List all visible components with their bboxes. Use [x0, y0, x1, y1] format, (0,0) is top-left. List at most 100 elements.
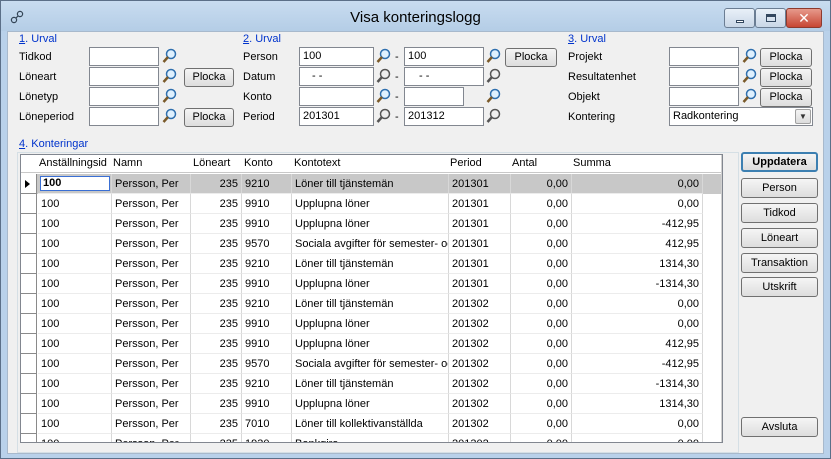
row-selector[interactable] — [21, 414, 37, 434]
magnifier-icon[interactable] — [161, 87, 179, 105]
table-row[interactable]: 100 Persson, Per 235 9210 Löner till tjänste… — [21, 374, 722, 394]
cell-antal[interactable]: 0,00 — [511, 414, 572, 434]
avsluta-button[interactable]: Avsluta — [741, 417, 818, 437]
plocka-loneperiod-button[interactable]: Plocka — [184, 108, 234, 127]
plocka-person-button[interactable]: Plocka — [505, 48, 557, 67]
grid-vertical-scrollbar[interactable]: ▲ ▼ — [721, 155, 723, 443]
datum-from-field[interactable]: - - — [299, 67, 374, 86]
projekt-field[interactable] — [669, 47, 739, 66]
cell-anstallningsid[interactable]: 100 — [38, 294, 112, 314]
table-row[interactable]: 100 Persson, Per 235 9210 Löner till tjänste… — [21, 254, 722, 274]
table-row[interactable]: 100 Persson, Per 235 9910 Upplupna löner 2013… — [21, 274, 722, 294]
table-row[interactable]: 100 Persson, Per 235 7010 Löner till kollekt… — [21, 414, 722, 434]
cell-kontotext[interactable]: Sociala avgifter för semester- och — [292, 354, 449, 374]
cell-loneart[interactable]: 235 — [191, 294, 242, 314]
person-from-field[interactable]: 100 — [299, 47, 374, 66]
cell-anstallningsid[interactable]: 100 — [38, 414, 112, 434]
cell-anstallningsid[interactable]: 100 — [38, 394, 112, 414]
cell-loneart[interactable]: 235 — [191, 434, 242, 442]
cell-kontotext[interactable]: Löner till kollektivanställda — [292, 414, 449, 434]
row-selector[interactable] — [21, 354, 37, 374]
table-row[interactable]: 100Persson, Per2351930Bankgiro2013020,00… — [21, 434, 722, 442]
magnifier-icon[interactable] — [741, 47, 759, 65]
cell-kontotext[interactable]: Löner till tjänstemän — [292, 174, 449, 194]
konteringar-grid[interactable]: Anställningsid Namn Löneart Konto Kontot… — [20, 154, 723, 443]
cell-loneart[interactable]: 235 — [191, 174, 242, 194]
cell-namn[interactable]: Persson, Per — [112, 414, 191, 434]
col-header-konto[interactable]: Konto — [244, 157, 273, 169]
cell-anstallningsid[interactable]: 100 — [38, 194, 112, 214]
cell-period[interactable]: 201302 — [449, 394, 511, 414]
cell-loneart[interactable]: 235 — [191, 394, 242, 414]
close-button[interactable]: ✕ — [786, 8, 822, 28]
cell-kontotext[interactable]: Löner till tjänstemän — [292, 254, 449, 274]
cell-namn[interactable]: Persson, Per — [112, 194, 191, 214]
cell-summa[interactable]: 0,00 — [572, 194, 703, 214]
period-to-field[interactable]: 201312 — [404, 107, 484, 126]
cell-antal[interactable]: 0,00 — [511, 374, 572, 394]
active-cell-editor[interactable]: 100 — [40, 176, 110, 191]
uppdatera-button[interactable]: Uppdatera — [741, 152, 818, 172]
cell-summa[interactable]: 0,00 — [572, 314, 703, 334]
cell-konto[interactable]: 9570 — [242, 234, 292, 254]
calendar-lookup-icon[interactable] — [375, 67, 393, 85]
person-button[interactable]: Person — [741, 178, 818, 198]
cell-period[interactable]: 201302 — [449, 294, 511, 314]
magnifier-icon[interactable] — [485, 47, 503, 65]
cell-namn[interactable]: Persson, Per — [112, 334, 191, 354]
col-header-namn[interactable]: Namn — [113, 157, 142, 169]
cell-kontotext[interactable]: Upplupna löner — [292, 214, 449, 234]
cell-kontotext[interactable]: Löner till tjänstemän — [292, 294, 449, 314]
cell-konto[interactable]: 9210 — [242, 254, 292, 274]
cell-konto[interactable]: 9210 — [242, 374, 292, 394]
cell-loneart[interactable]: 235 — [191, 414, 242, 434]
cell-period[interactable]: 201301 — [449, 274, 511, 294]
chevron-down-icon[interactable]: ▼ — [795, 109, 811, 124]
cell-antal[interactable]: 0,00 — [511, 274, 572, 294]
cell-antal[interactable]: 0,00 — [511, 214, 572, 234]
row-selector[interactable] — [21, 334, 37, 354]
cell-loneart[interactable]: 235 — [191, 334, 242, 354]
transaktion-button[interactable]: Transaktion — [741, 253, 818, 273]
cell-antal[interactable]: 0,00 — [511, 314, 572, 334]
cell-konto[interactable]: 9570 — [242, 354, 292, 374]
cell-anstallningsid[interactable]: 100 — [38, 214, 112, 234]
cell-konto[interactable]: 9910 — [242, 314, 292, 334]
cell-loneart[interactable]: 235 — [191, 194, 242, 214]
cell-anstallningsid[interactable]: 100 — [38, 354, 112, 374]
row-selector[interactable] — [21, 374, 37, 394]
resultatenhet-field[interactable] — [669, 67, 739, 86]
cell-summa[interactable]: 0,00 — [572, 174, 703, 194]
cell-anstallningsid[interactable]: 100 — [38, 254, 112, 274]
tidkod-button[interactable]: Tidkod — [741, 203, 818, 223]
loneart-field[interactable] — [89, 67, 159, 86]
cell-kontotext[interactable]: Sociala avgifter för semester- och — [292, 234, 449, 254]
cell-namn[interactable]: Persson, Per — [112, 274, 191, 294]
cell-konto[interactable]: 9210 — [242, 294, 292, 314]
row-selector[interactable] — [21, 314, 37, 334]
cell-period[interactable]: 201301 — [449, 254, 511, 274]
plocka-projekt-button[interactable]: Plocka — [760, 48, 812, 67]
scroll-down-icon[interactable]: ▼ — [722, 427, 723, 443]
cell-antal[interactable]: 0,00 — [511, 434, 572, 442]
cell-kontotext[interactable]: Upplupna löner — [292, 194, 449, 214]
period-lookup-icon[interactable] — [485, 107, 503, 125]
col-header-summa[interactable]: Summa — [573, 157, 611, 169]
cell-konto[interactable]: 9910 — [242, 214, 292, 234]
loneart-button[interactable]: Löneart — [741, 228, 818, 248]
cell-period[interactable]: 201302 — [449, 434, 511, 442]
magnifier-icon[interactable] — [741, 67, 759, 85]
cell-kontotext[interactable]: Upplupna löner — [292, 334, 449, 354]
cell-summa[interactable]: 1314,30 — [572, 254, 703, 274]
table-row[interactable]: 100 Persson, Per 235 9570 Sociala avgifter f… — [21, 234, 722, 254]
cell-loneart[interactable]: 235 — [191, 254, 242, 274]
cell-anstallningsid[interactable]: 100 — [38, 234, 112, 254]
cell-loneart[interactable]: 235 — [191, 234, 242, 254]
cell-antal[interactable]: 0,00 — [511, 174, 572, 194]
table-row[interactable]: 100 Persson, Per 235 9910 Upplupna löner 2013… — [21, 314, 722, 334]
cell-namn[interactable]: Persson, Per — [112, 294, 191, 314]
row-selector[interactable] — [21, 174, 37, 194]
cell-konto[interactable]: 9910 — [242, 334, 292, 354]
cell-konto[interactable]: 7010 — [242, 414, 292, 434]
cell-period[interactable]: 201302 — [449, 354, 511, 374]
